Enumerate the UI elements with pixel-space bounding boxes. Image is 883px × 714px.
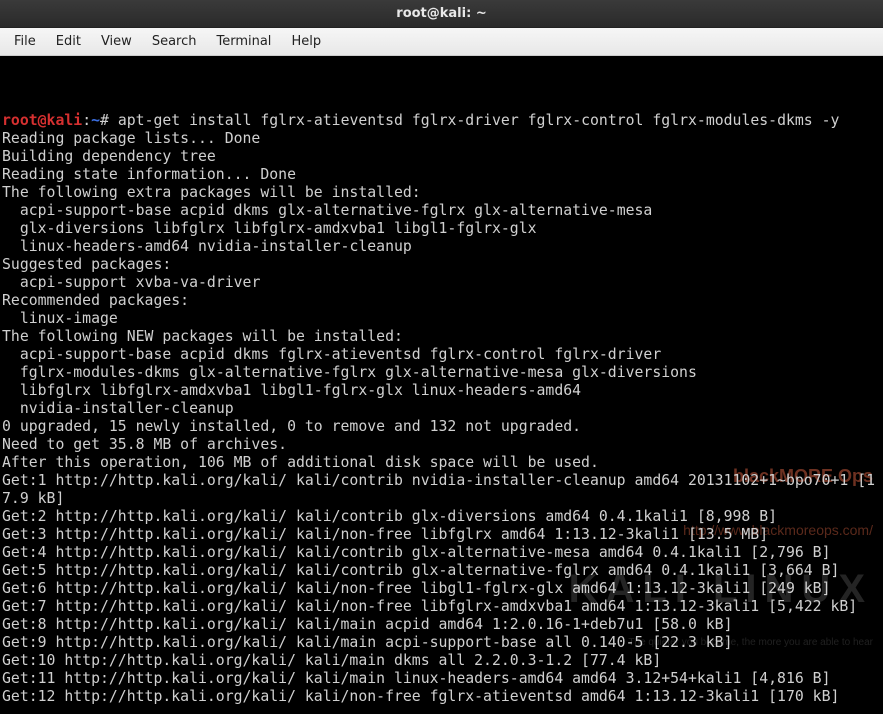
- output-line: Get:12 http://http.kali.org/kali/ kali/n…: [2, 688, 839, 705]
- output-line: Get:2 http://http.kali.org/kali/ kali/co…: [2, 508, 777, 525]
- output-line: Get:4 http://http.kali.org/kali/ kali/co…: [2, 544, 831, 561]
- terminal-window: root@kali: ~ File Edit View Search Termi…: [0, 0, 883, 714]
- output-line: Get:6 http://http.kali.org/kali/ kali/no…: [2, 580, 831, 597]
- output-line: The following extra packages will be ins…: [2, 184, 421, 201]
- prompt-user-host: root@kali: [2, 112, 82, 129]
- command-text: apt-get install fglrx-atieventsd fglrx-d…: [118, 112, 840, 129]
- output-line: Get:7 http://http.kali.org/kali/ kali/no…: [2, 598, 857, 615]
- output-line: libfglrx libfglrx-amdxvba1 libgl1-fglrx-…: [2, 382, 581, 399]
- output-line: Recommended packages:: [2, 292, 189, 309]
- output-line: Get:5 http://http.kali.org/kali/ kali/co…: [2, 562, 839, 579]
- window-title: root@kali: ~: [396, 6, 486, 21]
- output-line: Reading state information... Done: [2, 166, 296, 183]
- menu-search[interactable]: Search: [142, 30, 207, 53]
- output-line: Get:3 http://http.kali.org/kali/ kali/no…: [2, 526, 768, 543]
- output-line: linux-headers-amd64 nvidia-installer-cle…: [2, 238, 412, 255]
- prompt-symbol: #: [100, 112, 118, 129]
- output-line: Get:10 http://http.kali.org/kali/ kali/m…: [2, 652, 661, 669]
- output-line: After this operation, 106 MB of addition…: [2, 454, 599, 471]
- output-line: Building dependency tree: [2, 148, 216, 165]
- menu-edit[interactable]: Edit: [46, 30, 91, 53]
- menu-file[interactable]: File: [4, 30, 46, 53]
- output-line: glx-diversions libfglrx libfglrx-amdxvba…: [2, 220, 537, 237]
- prompt-colon: :: [82, 112, 91, 129]
- output-line: linux-image: [2, 310, 118, 327]
- terminal-area[interactable]: blackMORE Ops http://www.blackmoreops.co…: [0, 56, 883, 714]
- output-line: The following NEW packages will be insta…: [2, 328, 403, 345]
- output-line: Get:9 http://http.kali.org/kali/ kali/ma…: [2, 634, 733, 651]
- output-line: Need to get 35.8 MB of archives.: [2, 436, 287, 453]
- menubar: File Edit View Search Terminal Help: [0, 28, 883, 56]
- output-line: acpi-support-base acpid dkms fglrx-atiev…: [2, 346, 661, 363]
- output-line: nvidia-installer-cleanup: [2, 400, 234, 417]
- output-line: Reading package lists... Done: [2, 130, 260, 147]
- output-line: Get:1 http://http.kali.org/kali/ kali/co…: [2, 472, 875, 507]
- output-line: Get:8 http://http.kali.org/kali/ kali/ma…: [2, 616, 733, 633]
- output-line: fglrx-modules-dkms glx-alternative-fglrx…: [2, 364, 697, 381]
- menu-help[interactable]: Help: [281, 30, 331, 53]
- output-line: acpi-support-base acpid dkms glx-alterna…: [2, 202, 652, 219]
- menu-terminal[interactable]: Terminal: [206, 30, 281, 53]
- output-line: acpi-support xvba-va-driver: [2, 274, 260, 291]
- prompt-cwd: ~: [91, 112, 100, 129]
- output-line: Get:11 http://http.kali.org/kali/ kali/m…: [2, 670, 831, 687]
- menu-view[interactable]: View: [91, 30, 142, 53]
- window-titlebar[interactable]: root@kali: ~: [0, 0, 883, 28]
- output-line: 0 upgraded, 15 newly installed, 0 to rem…: [2, 418, 581, 435]
- terminal-content: root@kali:~# apt-get install fglrx-atiev…: [2, 112, 881, 706]
- output-line: Suggested packages:: [2, 256, 171, 273]
